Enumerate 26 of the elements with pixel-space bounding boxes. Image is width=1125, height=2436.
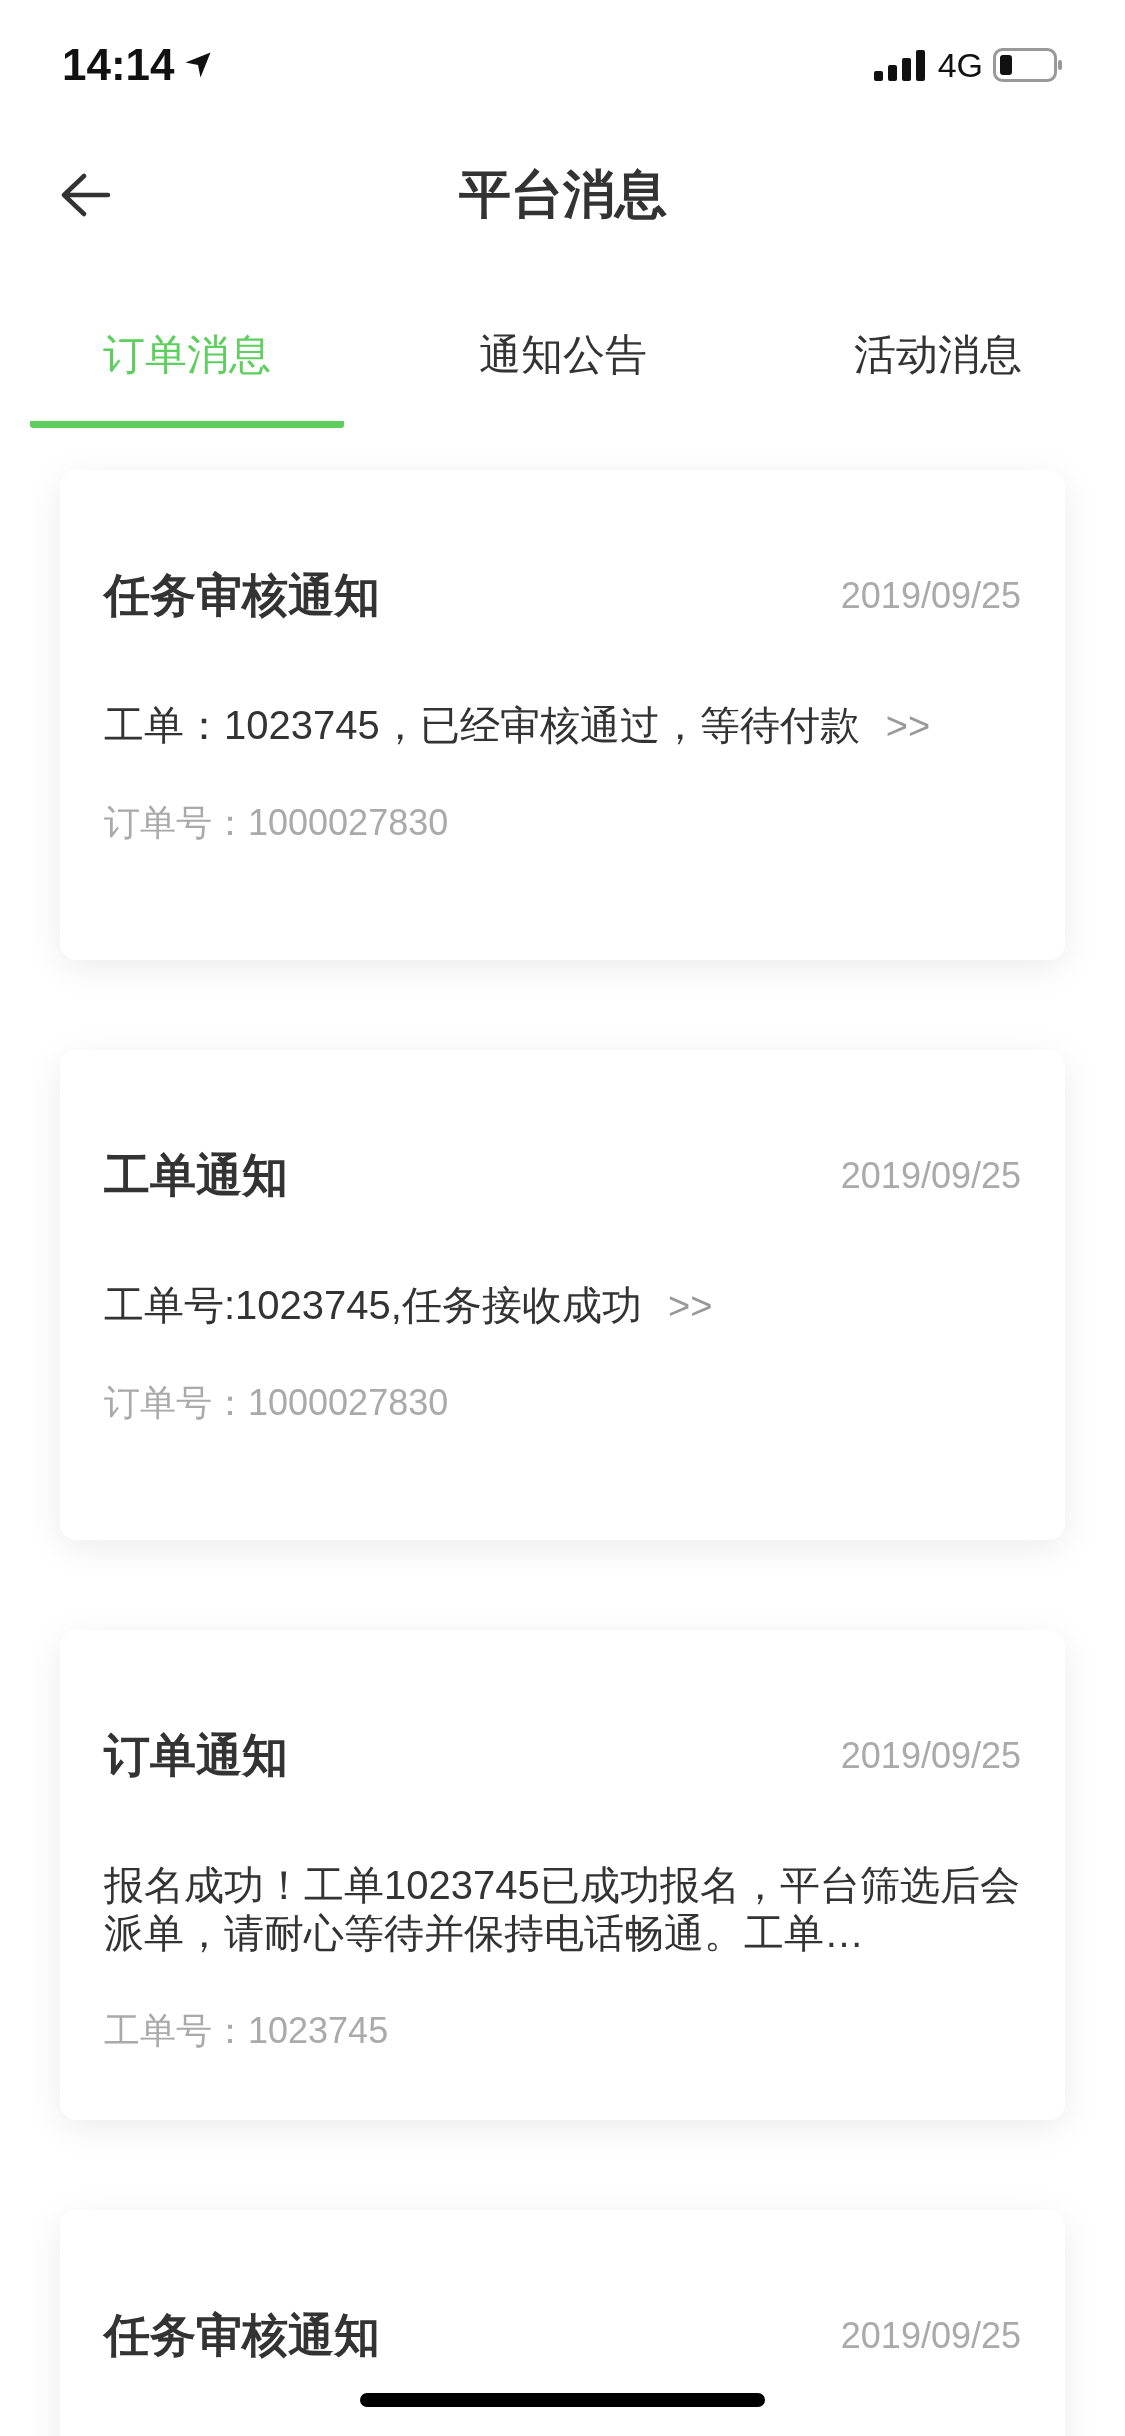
message-date: 2019/09/25: [840, 575, 1021, 617]
message-title: 订单通知: [104, 1728, 288, 1783]
status-time: 14:14: [62, 40, 175, 90]
message-card[interactable]: 订单通知 2019/09/25 报名成功！工单1023745已成功报名，平台筛选后会派单，请耐心等待并保持电话畅通。工单… 工单号：1023745: [60, 1630, 1065, 2120]
order-number: 工单号：1023745: [104, 2009, 390, 2053]
message-text: 工单号:1023745,任务接收成功: [104, 1282, 642, 1329]
message-title: 任务审核通知: [104, 568, 380, 623]
message-card[interactable]: 工单通知 2019/09/25 工单号:1023745,任务接收成功 >> 订单号：1000027830: [60, 1050, 1065, 1540]
tab[interactable]: 活动消息: [781, 315, 1095, 428]
message-date: 2019/09/25: [840, 1735, 1021, 1777]
order-number: 订单号：1000027830: [104, 1381, 450, 1425]
message-text: 报名成功！工单1023745已成功报名，平台筛选后会派单，请耐心等待并保持电话畅通。工单…: [104, 1862, 1021, 1957]
message-date: 2019/09/25: [840, 2315, 1021, 2357]
order-number: 订单号：1000027830: [104, 801, 450, 845]
message-date: 2019/09/25: [840, 1155, 1021, 1197]
back-button[interactable]: [60, 173, 112, 217]
message-text: 工单：1023745，已经审核通过，等待付款: [104, 702, 860, 749]
tab[interactable]: 通知公告: [405, 315, 720, 428]
message-title: 任务审核通知: [104, 2308, 380, 2363]
battery-icon: [993, 48, 1063, 82]
message-card[interactable]: 任务审核通知 2019/09/25: [60, 2210, 1065, 2436]
signal-icon: [873, 49, 928, 81]
page-title: 平台消息: [458, 164, 667, 225]
network-type: 4G: [937, 45, 983, 85]
message-title: 工单通知: [104, 1148, 288, 1203]
message-card[interactable]: 任务审核通知 2019/09/25 工单：1023745，已经审核通过，等待付款 >> 订单号：1000027830: [60, 470, 1065, 960]
